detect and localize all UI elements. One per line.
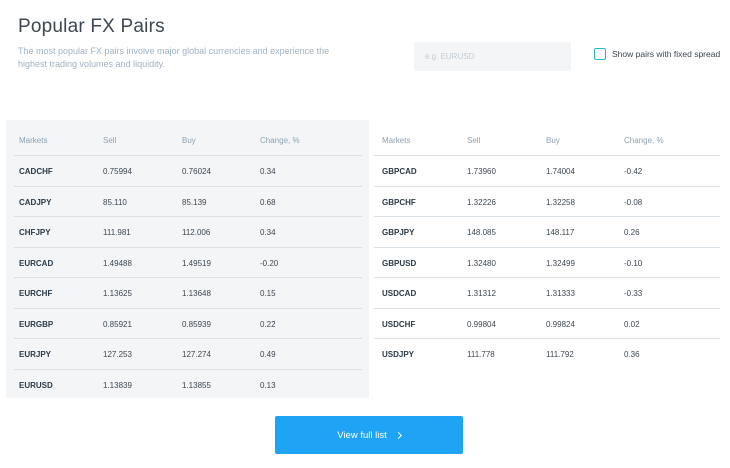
sell-cell: 0.99804: [467, 319, 496, 329]
change-cell: -0.08: [624, 197, 643, 207]
market-cell: GBPCAD: [382, 167, 417, 176]
table-row[interactable]: GBPUSD 1.32480 1.32499 -0.10: [374, 246, 720, 278]
sell-cell: 1.73960: [467, 167, 496, 176]
market-cell: EURCAD: [19, 258, 54, 268]
column-header-markets: Markets: [382, 136, 411, 145]
fixed-spread-checkbox[interactable]: [594, 48, 606, 60]
market-cell: GBPJPY: [382, 228, 415, 237]
change-cell: 0.22: [260, 319, 276, 329]
market-cell: EURJPY: [19, 350, 52, 359]
market-cell: GBPCHF: [382, 197, 416, 207]
change-cell: -0.33: [624, 289, 643, 298]
column-header-buy: Buy: [182, 136, 196, 145]
table-body-left: CADCHF 0.75994 0.76024 0.34 CADJPY 85.110 85.1…: [6, 155, 369, 399]
change-cell: 0.68: [260, 197, 276, 207]
fx-table-right: Markets Sell Buy Change, % GBPCAD 1.73960…: [369, 120, 720, 369]
buy-cell: 1.31333: [546, 289, 575, 298]
sell-cell: 1.13839: [103, 380, 132, 390]
column-header-buy: Buy: [546, 136, 560, 145]
change-cell: 0.02: [624, 319, 640, 329]
market-cell: CHFJPY: [19, 228, 51, 237]
table-row[interactable]: EURCAD 1.49488 1.49519 -0.20: [14, 246, 362, 278]
buy-cell: 127.274: [182, 350, 211, 359]
sell-cell: 111.981: [103, 228, 131, 237]
column-header-change: Change, %: [624, 136, 664, 145]
sell-cell: 1.49488: [103, 258, 132, 268]
table-row[interactable]: USDCHF 0.99804 0.99824 0.02: [374, 307, 720, 339]
sell-cell: 111.778: [467, 350, 495, 359]
market-cell: USDCHF: [382, 319, 416, 329]
buy-cell: 112.006: [182, 228, 211, 237]
view-full-list-button[interactable]: View full list: [275, 416, 463, 454]
buy-cell: 1.13855: [182, 380, 211, 390]
sell-cell: 127.253: [103, 350, 132, 359]
sell-cell: 1.32480: [467, 258, 496, 268]
buy-cell: 0.76024: [182, 167, 211, 176]
market-cell: EURUSD: [19, 380, 53, 390]
market-cell: CADCHF: [19, 167, 53, 176]
table-row[interactable]: GBPCAD 1.73960 1.74004 -0.42: [374, 155, 720, 186]
page-description: The most popular FX pairs involve major …: [18, 46, 330, 69]
table-row[interactable]: EURJPY 127.253 127.274 0.49: [14, 338, 362, 369]
view-full-list-label: View full list: [337, 429, 387, 441]
sell-cell: 1.13625: [103, 289, 132, 298]
column-header-change: Change, %: [260, 136, 300, 145]
column-header-sell: Sell: [103, 136, 117, 145]
sell-cell: 85.110: [103, 197, 127, 207]
table-row[interactable]: EURCHF 1.13625 1.13648 0.15: [14, 277, 362, 308]
change-cell: 0.36: [624, 350, 640, 359]
buy-cell: 111.792: [546, 350, 574, 359]
change-cell: 0.13: [260, 380, 276, 390]
table-row[interactable]: USDCAD 1.31312 1.31333 -0.33: [374, 277, 720, 308]
buy-cell: 0.85939: [182, 319, 211, 329]
fixed-spread-toggle[interactable]: Show pairs with fixed spread: [594, 48, 720, 60]
search-input[interactable]: [414, 42, 571, 71]
buy-cell: 0.99824: [546, 319, 575, 329]
table-body-right: GBPCAD 1.73960 1.74004 -0.42 GBPCHF 1.32226 1.…: [369, 155, 720, 369]
change-cell: 0.34: [260, 228, 276, 237]
sell-cell: 1.31312: [467, 289, 496, 298]
buy-cell: 1.74004: [546, 167, 575, 176]
market-cell: CADJPY: [19, 197, 52, 207]
column-header-markets: Markets: [19, 136, 48, 145]
chevron-right-icon: [394, 431, 402, 440]
buy-cell: 148.117: [546, 228, 575, 237]
change-cell: -0.20: [260, 258, 279, 268]
market-cell: GBPUSD: [382, 258, 417, 268]
change-cell: 0.34: [260, 167, 276, 176]
table-row[interactable]: EURUSD 1.13839 1.13855 0.13: [14, 368, 362, 400]
table-row[interactable]: GBPJPY 148.085 148.117 0.26: [374, 216, 720, 247]
fixed-spread-label: Show pairs with fixed spread: [612, 49, 721, 59]
sell-cell: 1.32226: [467, 197, 496, 207]
table-row[interactable]: CHFJPY 111.981 112.006 0.34: [14, 216, 362, 247]
market-cell: EURGBP: [19, 319, 54, 329]
change-cell: 0.15: [260, 289, 276, 298]
buy-cell: 1.49519: [182, 258, 211, 268]
column-header-sell: Sell: [467, 136, 481, 145]
table-row[interactable]: CADJPY 85.110 85.139 0.68: [14, 185, 362, 217]
sell-cell: 0.85921: [103, 319, 132, 329]
market-cell: USDJPY: [382, 350, 415, 359]
table-row[interactable]: GBPCHF 1.32226 1.32258 -0.08: [374, 185, 720, 217]
change-cell: 0.26: [624, 228, 640, 237]
table-header: Markets Sell Buy Change, %: [6, 120, 369, 155]
change-cell: -0.10: [624, 258, 643, 268]
buy-cell: 1.32258: [546, 197, 575, 207]
change-cell: 0.49: [260, 350, 276, 359]
market-cell: EURCHF: [19, 289, 53, 298]
table-row[interactable]: CADCHF 0.75994 0.76024 0.34: [14, 155, 362, 186]
buy-cell: 1.13648: [182, 289, 211, 298]
table-header: Markets Sell Buy Change, %: [369, 120, 720, 155]
page-title: Popular FX Pairs: [18, 16, 165, 37]
buy-cell: 1.32499: [546, 258, 575, 268]
buy-cell: 85.139: [182, 197, 207, 207]
change-cell: -0.42: [624, 167, 643, 176]
market-cell: USDCAD: [382, 289, 417, 298]
fx-table-left: Markets Sell Buy Change, % CADCHF 0.75994…: [6, 120, 369, 398]
sell-cell: 148.085: [467, 228, 496, 237]
table-row[interactable]: EURGBP 0.85921 0.85939 0.22: [14, 307, 362, 339]
sell-cell: 0.75994: [103, 167, 132, 176]
table-row[interactable]: USDJPY 111.778 111.792 0.36: [374, 338, 720, 369]
